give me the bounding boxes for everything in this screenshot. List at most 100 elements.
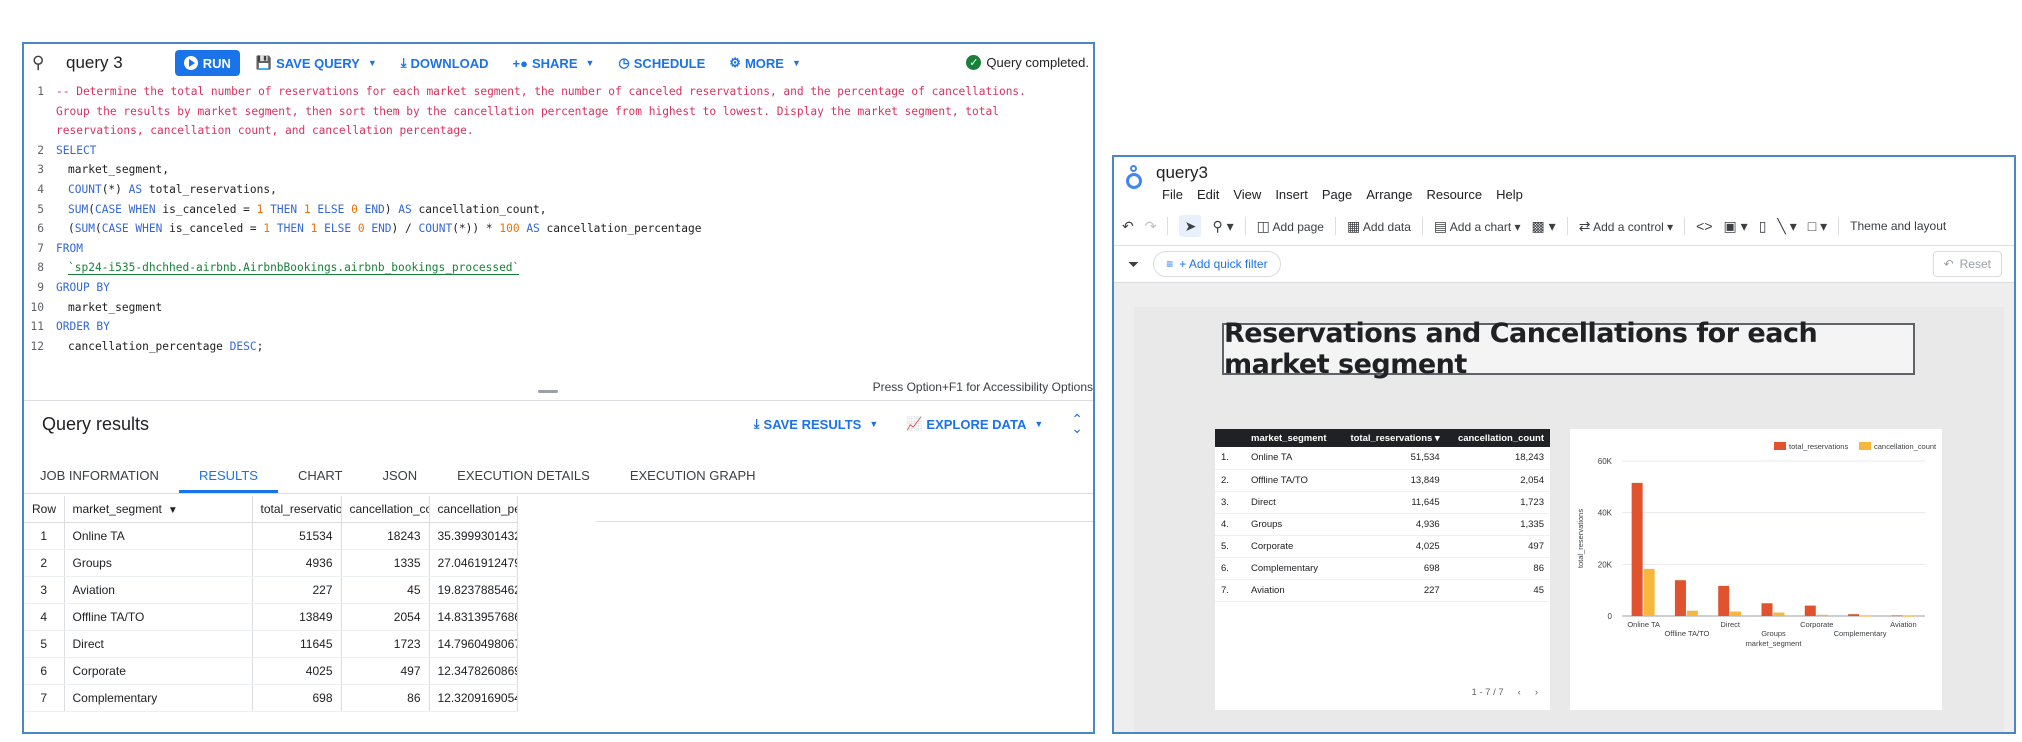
table-cell: 2.: [1215, 469, 1245, 492]
tab-json[interactable]: JSON: [362, 468, 437, 493]
table-cell: 2,054: [1445, 469, 1550, 492]
bar-total-reservations[interactable]: [1891, 615, 1903, 617]
table-cell: 86: [341, 684, 430, 712]
report-name[interactable]: query3: [1156, 163, 1208, 183]
bar-chart[interactable]: 0 20K 40K 60K total_reservations Online TA Off…: [1570, 429, 1942, 710]
resize-handle[interactable]: [538, 390, 558, 393]
toolbar-separator: [1421, 217, 1423, 235]
bar-cancellation-count[interactable]: [1686, 610, 1698, 616]
sql-editor[interactable]: 1 -- Determine the total number of reserv…: [24, 82, 1093, 422]
legend-swatch: [1774, 442, 1786, 450]
report-column-header[interactable]: total_reservations ▾: [1338, 429, 1446, 447]
chevron-left-icon[interactable]: ‹: [1518, 687, 1521, 698]
add-quick-filter-button[interactable]: ≡ + Add quick filter: [1153, 251, 1281, 277]
column-header-cancellation-percent[interactable]: cancellation_percent: [429, 496, 518, 523]
explore-data-button[interactable]: 📈 EXPLORE DATA ▼: [906, 416, 1043, 432]
table-row[interactable]: 1Online TA515341824335.39993014320...: [24, 522, 518, 550]
bar-total-reservations[interactable]: [1761, 603, 1773, 616]
report-column-header[interactable]: market_segment: [1245, 429, 1339, 447]
looker-studio-panel: query3 File Edit View Insert Page Arrange Reso…: [1112, 155, 2016, 734]
add-control-button[interactable]: ⇄ Add a control ▾: [1579, 218, 1673, 235]
column-header-Row[interactable]: Row: [24, 496, 65, 523]
menu-arrange[interactable]: Arrange: [1366, 187, 1412, 202]
table-row[interactable]: 2Groups4936133527.04619124797...: [24, 549, 518, 577]
bar-total-reservations[interactable]: [1674, 580, 1686, 616]
shape-icon[interactable]: □ ▾: [1808, 218, 1827, 235]
table-row[interactable]: 5Direct11645172314.79604980678...: [24, 630, 518, 658]
theme-layout-button[interactable]: Theme and layout: [1850, 219, 1946, 233]
table-row[interactable]: 3Aviation2274519.82378854625...: [24, 576, 518, 604]
y-axis-label: total_reservations: [1576, 509, 1585, 568]
add-data-button[interactable]: ▦ Add data: [1347, 218, 1411, 235]
expand-icon[interactable]: ⌃ ⌄: [1071, 412, 1083, 435]
bar-total-reservations[interactable]: [1848, 614, 1860, 616]
bar-cancellation-count[interactable]: [1730, 611, 1742, 616]
menu-insert[interactable]: Insert: [1275, 187, 1308, 202]
menu-page[interactable]: Page: [1322, 187, 1352, 202]
report-column-header[interactable]: cancellation_count: [1445, 429, 1550, 447]
download-button[interactable]: ⤓ DOWNLOAD: [401, 55, 489, 71]
bar-cancellation-count[interactable]: [1860, 615, 1872, 617]
menu-file[interactable]: File: [1162, 187, 1183, 202]
add-chart-button[interactable]: ▤ Add a chart ▾: [1434, 218, 1521, 235]
code-icon[interactable]: <>: [1696, 218, 1712, 234]
report-column-header[interactable]: [1215, 429, 1245, 447]
tab-execution-graph[interactable]: EXECUTION GRAPH: [610, 468, 776, 493]
reset-button[interactable]: ↶ Reset: [1932, 251, 2002, 277]
menu-view[interactable]: View: [1233, 187, 1261, 202]
table-row[interactable]: 4Offline TA/TO13849205414.83139576864...: [24, 603, 518, 631]
report-title[interactable]: Reservations and Cancellations for each …: [1222, 318, 1915, 380]
table-row[interactable]: 7Complementary6988612.32091690544...: [24, 684, 518, 712]
select-cursor-icon[interactable]: ➤: [1179, 215, 1202, 237]
sort-desc-icon[interactable]: ▼: [168, 505, 178, 516]
add-page-button[interactable]: ◫ Add page: [1257, 218, 1324, 235]
bar-total-reservations[interactable]: [1804, 605, 1816, 616]
line-icon[interactable]: ╲ ▾: [1777, 218, 1796, 235]
bar-cancellation-count[interactable]: [1816, 614, 1828, 616]
menu-help[interactable]: Help: [1496, 187, 1523, 202]
column-header-total-reservations[interactable]: total_reservations: [252, 496, 342, 523]
add-control-label: Add a control: [1593, 219, 1664, 234]
sql-line: 4 COUNT(*) AS total_reservations,: [24, 180, 1093, 200]
tab-job-information[interactable]: JOB INFORMATION: [24, 468, 179, 493]
report-table[interactable]: market_segment total_reservations ▾ cancel…: [1215, 429, 1550, 710]
column-header-cancellation-count[interactable]: cancellation_count: [341, 496, 430, 523]
bar-total-reservations[interactable]: [1631, 482, 1643, 616]
x-tick-label: Direct: [1720, 620, 1741, 629]
run-button[interactable]: RUN: [174, 50, 240, 76]
column-header-market-segment[interactable]: market_segment ▼: [64, 496, 253, 523]
undo-icon[interactable]: ↶: [1122, 218, 1134, 235]
image-icon[interactable]: ▣ ▾: [1724, 218, 1748, 235]
table-cell: 86: [1445, 557, 1550, 580]
menu-edit[interactable]: Edit: [1197, 187, 1219, 202]
text-icon[interactable]: ▯: [1759, 218, 1767, 235]
legend-label: total_reservations: [1789, 442, 1848, 451]
more-button[interactable]: ⚙ MORE ▼: [729, 55, 801, 71]
chevron-right-icon[interactable]: ›: [1535, 687, 1538, 698]
bar-cancellation-count[interactable]: [1773, 612, 1785, 616]
bar-cancellation-count[interactable]: [1643, 568, 1655, 616]
table-row[interactable]: 6Corporate402549712.34782608695...: [24, 657, 518, 685]
sql-line-text: COUNT(*) AS total_reservations,: [68, 182, 277, 196]
share-button[interactable]: +● SHARE ▼: [513, 56, 595, 71]
query-title[interactable]: query 3: [66, 53, 123, 73]
save-query-button[interactable]: 💾 SAVE QUERY ▼: [256, 55, 377, 71]
schedule-button[interactable]: ◷ SCHEDULE: [618, 55, 705, 71]
community-viz-icon[interactable]: ▩ ▾: [1532, 218, 1556, 235]
y-tick-label: 60K: [1598, 457, 1613, 466]
save-results-button[interactable]: ⤓ SAVE RESULTS ▼: [754, 416, 878, 432]
sql-line-text: (SUM(CASE WHEN is_canceled = 1 THEN 1 EL…: [68, 222, 702, 236]
tab-chart[interactable]: CHART: [278, 468, 363, 493]
explore-data-label: EXPLORE DATA: [926, 416, 1027, 432]
redo-icon[interactable]: ↷: [1145, 218, 1157, 235]
tab-execution-details[interactable]: EXECUTION DETAILS: [437, 468, 610, 493]
download-label: DOWNLOAD: [410, 55, 489, 71]
bar-total-reservations[interactable]: [1718, 585, 1730, 616]
menu-resource[interactable]: Resource: [1426, 187, 1482, 202]
tab-results[interactable]: RESULTS: [178, 468, 278, 493]
sql-line-text: market_segment: [68, 300, 163, 314]
bar-cancellation-count[interactable]: [1903, 615, 1915, 617]
chevron-down-icon: ▼: [585, 58, 595, 68]
filter-icon[interactable]: ⏷: [1128, 256, 1139, 273]
zoom-icon[interactable]: ⚲ ▾: [1212, 218, 1233, 235]
